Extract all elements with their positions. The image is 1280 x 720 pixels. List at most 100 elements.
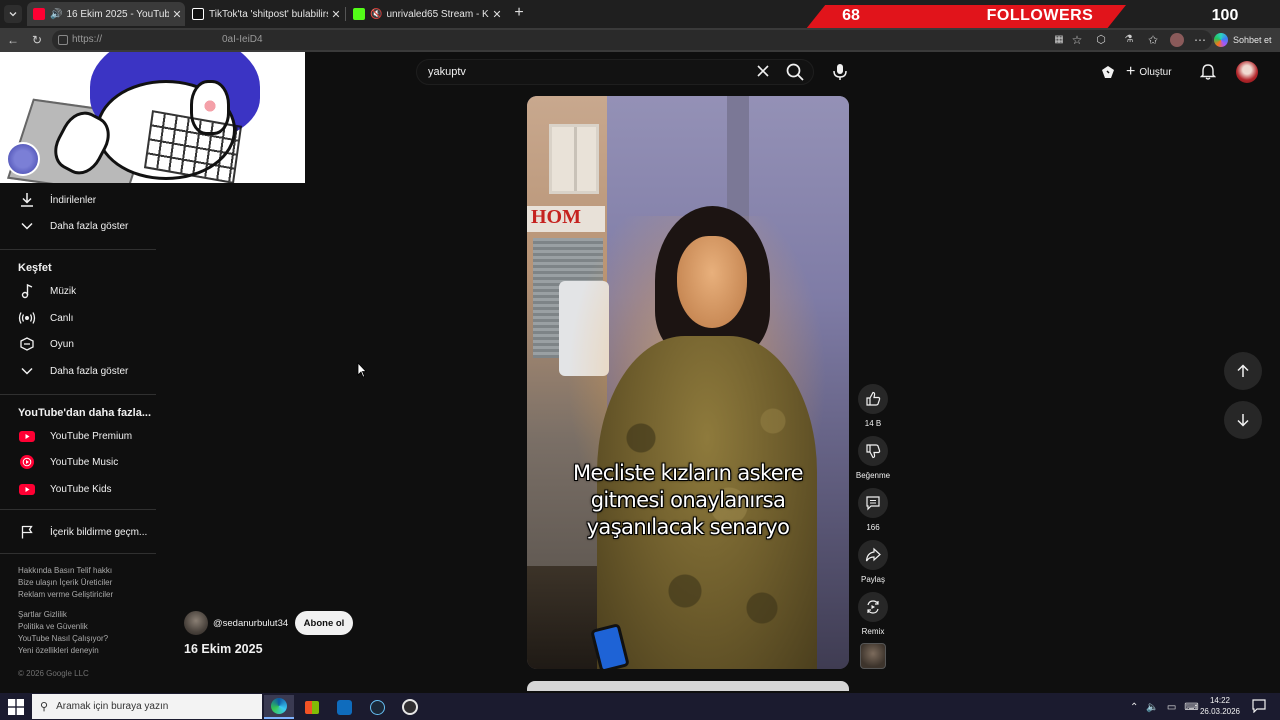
sidebar-item-report-history[interactable]: İçerik bildirme geçm...	[0, 519, 156, 545]
clear-search-icon[interactable]	[754, 62, 772, 80]
obs-icon	[402, 699, 418, 715]
dislike-button[interactable]	[858, 436, 888, 466]
tray-overflow-chevron-icon[interactable]: ⌃	[1130, 702, 1138, 713]
followers-label: FOLLOWERS	[986, 7, 1094, 24]
short-video-player[interactable]: HOM Mecliste kızların askere gitmesi ona…	[527, 96, 849, 669]
like-count: 14 B	[864, 419, 882, 428]
arrow-up-icon	[1237, 364, 1249, 377]
microphone-icon[interactable]	[830, 61, 850, 83]
edge-icon	[271, 698, 287, 714]
back-button[interactable]: ←	[6, 33, 20, 47]
footer-links[interactable]: YouTube Nasıl Çalışıyor?	[18, 634, 108, 643]
clock-date: 26.03.2026	[1199, 707, 1241, 716]
search-icon[interactable]	[784, 61, 806, 83]
footer-links[interactable]: Yeni özellikleri deneyin	[18, 646, 99, 655]
subscribe-button[interactable]: Abone ol	[295, 611, 353, 635]
browser-tab-tiktok[interactable]: TikTok'ta 'shitpost' bulabilirsiniz | Ti…	[186, 2, 344, 26]
split-screen-icon[interactable]: ⚗	[1122, 33, 1136, 47]
app-available-icon[interactable]: ▦	[1052, 33, 1066, 47]
notification-center-icon[interactable]	[1252, 699, 1266, 713]
search-icon: ⚲	[40, 701, 49, 713]
taskbar-app-store[interactable]	[297, 695, 327, 719]
sidebar-item-show-more[interactable]: Daha fazla göster	[0, 213, 156, 239]
taskbar-app-obs[interactable]	[395, 695, 425, 719]
windows-start-icon[interactable]	[8, 699, 24, 715]
more-options-icon[interactable]: ⋯	[1193, 33, 1207, 47]
favorite-star-icon[interactable]: ☆	[1070, 33, 1084, 47]
sidebar-item-gaming[interactable]: Oyun	[0, 331, 156, 357]
previous-short-button[interactable]	[1224, 352, 1262, 390]
taskbar-search-box[interactable]: ⚲ Aramak için buraya yazın	[32, 694, 262, 719]
sidebar-item-live[interactable]: Canlı	[0, 305, 156, 331]
footer-links[interactable]: Bize ulaşın İçerik Üreticiler	[18, 578, 112, 587]
footer-links[interactable]: Reklam verme Geliştiriciler	[18, 590, 113, 599]
music-note-icon	[18, 282, 36, 300]
sound-thumbnail[interactable]	[860, 643, 886, 669]
taskbar-app-outlook[interactable]	[329, 695, 359, 719]
next-short-preview[interactable]	[527, 681, 849, 691]
taskbar-search-placeholder: Aramak için buraya yazın	[56, 701, 169, 712]
sidebar-item-label: YouTube Music	[50, 456, 119, 468]
speaker-icon[interactable]: 🔊	[50, 9, 62, 20]
followers-count: 68	[842, 7, 860, 24]
like-button[interactable]	[858, 384, 888, 414]
site-info-icon[interactable]	[58, 35, 68, 45]
close-tab-icon[interactable]: ✕	[489, 8, 505, 21]
copilot-chat-label: Sohbet et	[1233, 35, 1272, 45]
browser-tab-youtube[interactable]: 🔊 16 Ekim 2025 - YouTube ✕	[27, 2, 185, 26]
close-tab-icon[interactable]: ✕	[169, 8, 185, 21]
next-short-button[interactable]	[1224, 401, 1262, 439]
tab-title: unrivaled65 Stream - Kick Dashboard	[386, 8, 489, 20]
account-avatar[interactable]	[1236, 61, 1258, 83]
sidebar-item-music[interactable]: Müzik	[0, 278, 156, 304]
remix-button[interactable]	[858, 592, 888, 622]
footer-links[interactable]: Hakkında Basın Telif hakkı	[18, 566, 112, 575]
sidebar-item-show-more-explore[interactable]: Daha fazla göster	[0, 358, 156, 384]
new-tab-button[interactable]: +	[510, 4, 528, 22]
create-button[interactable]: + Oluştur	[1126, 62, 1172, 82]
short-title-date: 16 Ekim 2025	[184, 642, 263, 656]
copilot-icon	[1214, 33, 1228, 47]
footer-links[interactable]: Şartlar Gizlilik	[18, 610, 67, 619]
taskbar-app-edge[interactable]	[264, 695, 294, 719]
channel-avatar[interactable]	[184, 611, 208, 635]
taskbar-clock[interactable]: 14:22 26.03.2026	[1198, 695, 1242, 717]
network-icon[interactable]: ▭	[1167, 702, 1176, 713]
language-icon[interactable]: ⌨	[1184, 702, 1198, 713]
channel-handle[interactable]: @sedanurbulut34	[213, 618, 288, 629]
taskbar-app-steam[interactable]	[362, 695, 392, 719]
browser-tab-kick[interactable]: 🔇 unrivaled65 Stream - Kick Dashboard ✕	[347, 2, 505, 26]
mouse-cursor-icon	[357, 362, 367, 378]
volume-icon[interactable]: 🔈	[1146, 702, 1158, 713]
muted-speaker-icon[interactable]: 🔇	[370, 9, 382, 20]
profile-avatar-browser[interactable]	[1170, 33, 1184, 47]
favorites-icon[interactable]: ✩	[1146, 33, 1160, 47]
system-tray: ⌃ 🔈 ▭ ⌨	[1130, 698, 1207, 716]
close-tab-icon[interactable]: ✕	[328, 8, 344, 21]
create-label: Oluştur	[1139, 66, 1172, 78]
comments-button[interactable]	[858, 488, 888, 518]
address-bar-url-end: 0aI-IeiD4	[222, 34, 263, 45]
dislike-label: Beğenme	[855, 471, 891, 480]
sidebar-item-youtube-music[interactable]: YouTube Music	[0, 449, 156, 475]
ai-create-icon[interactable]	[1100, 64, 1116, 80]
tab-actions-button[interactable]	[4, 5, 22, 23]
sidebar-item-youtube-premium[interactable]: YouTube Premium	[0, 423, 156, 449]
video-frame-window	[549, 124, 599, 194]
chevron-down-icon	[9, 12, 17, 17]
copilot-chat-button[interactable]: Sohbet et	[1214, 32, 1272, 48]
video-frame-person-face	[677, 236, 747, 328]
sidebar-item-youtube-kids[interactable]: YouTube Kids	[0, 476, 156, 502]
sidebar-item-downloads[interactable]: İndirilenler	[0, 187, 156, 213]
followers-goal: 100	[1211, 7, 1239, 24]
notifications-bell-icon[interactable]	[1200, 63, 1216, 80]
share-label: Paylaş	[860, 575, 885, 584]
youtube-favicon-icon	[33, 8, 45, 20]
extensions-icon[interactable]: ⬡	[1094, 33, 1108, 47]
sidebar-divider	[0, 249, 156, 250]
reload-button[interactable]: ↻	[30, 33, 44, 47]
sidebar-item-label: Daha fazla göster	[50, 220, 129, 232]
sidebar-heading-more-from-youtube: YouTube'dan daha fazla...	[18, 407, 151, 419]
footer-links[interactable]: Politika ve Güvenlik	[18, 622, 88, 631]
share-button[interactable]	[858, 540, 888, 570]
